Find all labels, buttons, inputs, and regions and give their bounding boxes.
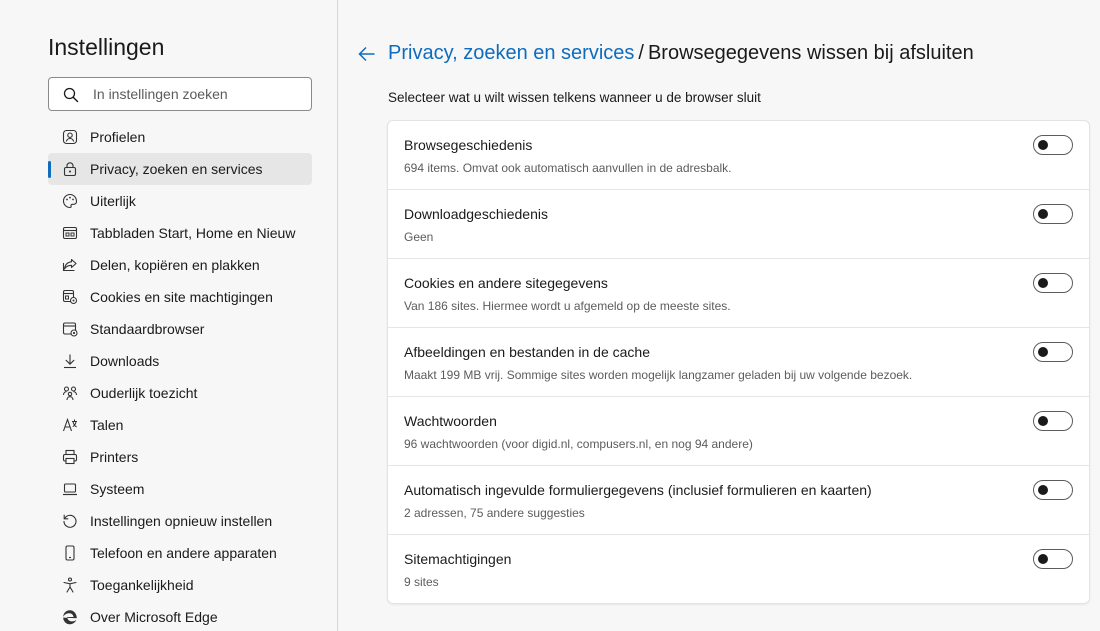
default-browser-icon [62,322,78,337]
option-title: Afbeeldingen en bestanden in de cache [404,344,650,360]
toggle-switch[interactable] [1033,549,1073,569]
toggle-knob [1038,347,1048,357]
option-title: Wachtwoorden [404,413,497,429]
sidebar-item-label: Cookies en site machtigingen [90,289,273,305]
sidebar-item-telefoon[interactable]: Telefoon en andere apparaten [48,537,312,569]
option-row-formuliergegevens: Automatisch ingevulde formuliergegevens … [388,466,1089,535]
download-icon [64,354,76,369]
sidebar-item-label: Tabbladen Start, Home en Nieuw [90,225,296,241]
option-description: 96 wachtwoorden (voor digid.nl, compuser… [404,437,753,451]
main-content: Privacy, zoeken en services / Browsegegeve… [339,0,1100,631]
lock-icon [63,162,77,177]
search-icon [63,87,79,103]
sidebar-item-label: Toegankelijkheid [90,577,194,593]
toggle-switch[interactable] [1033,480,1073,500]
sidebar-item-downloads[interactable]: Downloads [48,345,312,377]
option-description: Geen [404,230,434,244]
toggle-knob [1038,278,1048,288]
sidebar-item-over-edge[interactable]: Over Microsoft Edge [48,601,312,631]
toggle-switch[interactable] [1033,204,1073,224]
printer-icon [62,449,78,465]
page-subtitle: Selecteer wat u wilt wissen telkens wann… [388,90,761,105]
toggle-switch[interactable] [1033,135,1073,155]
language-icon [62,417,77,432]
option-title: Sitemachtigingen [404,551,512,567]
phone-icon [65,545,75,561]
sidebar-item-tabbladen[interactable]: Tabbladen Start, Home en Nieuw [48,217,312,249]
sidebar-item-toegankelijkheid[interactable]: Toegankelijkheid [48,569,312,601]
option-title: Browsegeschiedenis [404,137,533,153]
sidebar-item-label: Talen [90,417,124,433]
sidebar-item-talen[interactable]: Talen [48,409,312,441]
toggle-knob [1038,416,1048,426]
options-card: Browsegeschiedenis 694 items. Omvat ook … [388,121,1089,603]
search-input[interactable] [93,84,303,104]
toggle-switch[interactable] [1033,411,1073,431]
option-row-browsegeschiedenis: Browsegeschiedenis 694 items. Omvat ook … [388,121,1089,190]
page-title: Privacy, zoeken en services / Browsegegeve… [388,42,974,65]
accessibility-icon [63,577,77,593]
back-arrow-icon[interactable] [357,44,377,64]
option-title: Downloadgeschiedenis [404,206,548,222]
sidebar-item-label: Over Microsoft Edge [90,609,218,625]
option-title: Cookies en andere sitegegevens [404,275,608,291]
sidebar-item-label: Downloads [90,353,160,369]
breadcrumb-link[interactable]: Privacy, zoeken en services [388,42,634,64]
option-description: Maakt 199 MB vrij. Sommige sites worden … [404,368,913,382]
toggle-knob [1038,209,1048,219]
reset-icon [63,514,77,528]
sidebar-item-cookies[interactable]: Cookies en site machtigingen [48,281,312,313]
option-row-cache: Afbeeldingen en bestanden in de cache Ma… [388,328,1089,397]
option-description: 694 items. Omvat ook automatisch aanvull… [404,161,732,175]
sidebar-item-reset[interactable]: Instellingen opnieuw instellen [48,505,312,537]
share-icon [62,258,77,272]
sidebar-item-label: Ouderlijk toezicht [90,385,198,401]
option-description: Van 186 sites. Hiermee wordt u afgemeld … [404,299,731,313]
breadcrumb-separator: / [638,42,644,64]
page-title-text: Browsegegevens wissen bij afsluiten [647,42,974,64]
sidebar-item-ouderlijk-toezicht[interactable]: Ouderlijk toezicht [48,377,312,409]
tab-page-icon [62,226,78,240]
option-row-cookies: Cookies en andere sitegegevens Van 186 s… [388,259,1089,328]
palette-icon [62,193,78,209]
sidebar-nav: Profielen Privacy, zoeken en services Ui… [48,121,312,631]
family-icon [62,386,78,401]
sidebar-item-privacy[interactable]: Privacy, zoeken en services [48,153,312,185]
option-description: 2 adressen, 75 andere suggesties [404,506,585,520]
sidebar-item-delen[interactable]: Delen, kopiëren en plakken [48,249,312,281]
edge-logo-icon [63,610,77,625]
toggle-knob [1038,554,1048,564]
profile-icon [62,129,78,145]
toggle-switch[interactable] [1033,342,1073,362]
sidebar-item-label: Privacy, zoeken en services [90,161,263,177]
sidebar-item-label: Printers [90,449,139,465]
sidebar: Instellingen Profielen Privacy, zoeken e… [0,0,338,631]
sidebar-item-label: Uiterlijk [90,193,136,209]
search-box[interactable] [48,77,312,111]
sidebar-item-label: Telefoon en andere apparaten [90,545,277,561]
sidebar-item-label: Delen, kopiëren en plakken [90,257,260,273]
option-row-sitemachtigingen: Sitemachtigingen 9 sites [388,535,1089,603]
option-description: 9 sites [404,575,439,589]
toggle-knob [1038,485,1048,495]
sidebar-item-label: Standaardbrowser [90,321,205,337]
sidebar-item-profielen[interactable]: Profielen [48,121,312,153]
option-title: Automatisch ingevulde formuliergegevens … [404,482,872,498]
sidebar-item-printers[interactable]: Printers [48,441,312,473]
toggle-knob [1038,140,1048,150]
option-row-downloadgeschiedenis: Downloadgeschiedenis Geen [388,190,1089,259]
option-row-wachtwoorden: Wachtwoorden 96 wachtwoorden (voor digid… [388,397,1089,466]
sidebar-item-label: Instellingen opnieuw instellen [90,513,273,529]
sidebar-item-standaardbrowser[interactable]: Standaardbrowser [48,313,312,345]
sidebar-item-label: Profielen [90,129,146,145]
cookie-permissions-icon [62,289,78,305]
sidebar-item-uiterlijk[interactable]: Uiterlijk [48,185,312,217]
sidebar-item-systeem[interactable]: Systeem [48,473,312,505]
sidebar-item-label: Systeem [90,481,145,497]
toggle-switch[interactable] [1033,273,1073,293]
laptop-icon [63,483,77,496]
sidebar-title: Instellingen [48,34,165,60]
